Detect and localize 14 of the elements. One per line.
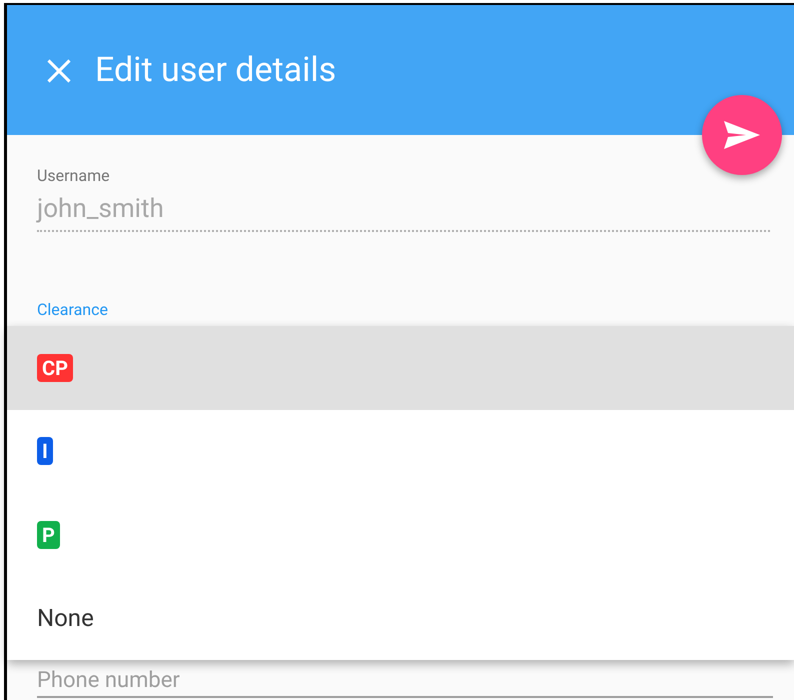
window-title: Edit user details bbox=[95, 53, 336, 87]
close-icon[interactable] bbox=[45, 57, 73, 85]
menu-item[interactable]: P bbox=[7, 493, 794, 576]
field-label: Phone number bbox=[37, 670, 181, 692]
clearance-tag: I bbox=[37, 437, 53, 466]
menu-item[interactable]: CP bbox=[7, 326, 794, 410]
menu-item-label: None bbox=[37, 606, 94, 630]
menu-item[interactable]: I bbox=[7, 410, 794, 493]
menu-item[interactable]: None bbox=[7, 576, 794, 660]
field-label: Clearance bbox=[37, 302, 109, 318]
clearance-tag: CP bbox=[37, 354, 73, 382]
send-icon bbox=[722, 119, 762, 151]
field-label: Username bbox=[37, 168, 111, 184]
clearance-tag: P bbox=[37, 520, 60, 549]
